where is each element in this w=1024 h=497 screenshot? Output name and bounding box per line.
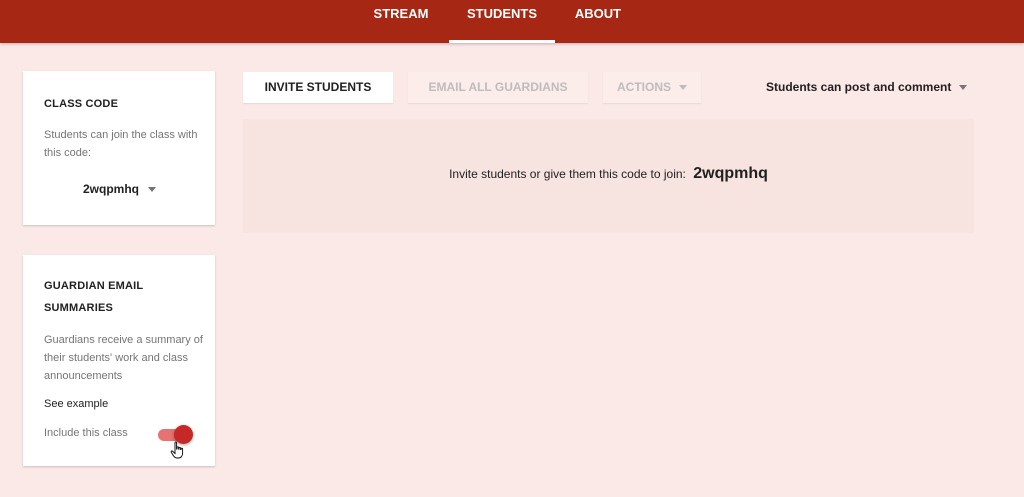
actions-label: ACTIONS <box>617 80 671 94</box>
class-code-card: CLASS CODE Students can join the class w… <box>23 71 215 225</box>
include-class-label: Include this class <box>44 427 128 439</box>
invite-message-line: Invite students or give them this code t… <box>243 165 974 183</box>
tab-about[interactable]: ABOUT <box>566 0 630 43</box>
tab-stream[interactable]: STREAM <box>362 0 440 43</box>
guardian-email-description: Guardians receive a summary of their stu… <box>44 334 203 382</box>
active-tab-indicator <box>449 40 555 43</box>
see-example-link[interactable]: See example <box>44 398 108 410</box>
tab-about-label: ABOUT <box>574 6 622 21</box>
invite-empty-state: Invite students or give them this code t… <box>243 119 974 233</box>
tab-students[interactable]: STUDENTS <box>449 0 555 43</box>
class-code-description: Students can join the class with this co… <box>44 129 198 159</box>
invite-message: Invite students or give them this code t… <box>449 167 686 181</box>
class-code-title: CLASS CODE <box>44 98 119 110</box>
invite-class-code: 2wqpmhq <box>693 165 768 182</box>
tab-stream-label: STREAM <box>373 6 429 21</box>
chevron-down-icon <box>679 85 687 90</box>
email-all-guardians-button[interactable]: EMAIL ALL GUARDIANS <box>408 72 588 103</box>
guardian-email-card: GUARDIAN EMAIL SUMMARIES Guardians recei… <box>23 255 215 466</box>
chevron-down-icon <box>959 84 968 90</box>
invite-students-button[interactable]: INVITE STUDENTS <box>243 72 393 103</box>
guardian-email-title: GUARDIAN EMAIL SUMMARIES <box>44 280 144 314</box>
class-code-dropdown[interactable]: 2wqpmhq <box>83 180 156 198</box>
student-permission-label: Students can post and comment <box>766 80 952 94</box>
top-nav-bar: STREAM STUDENTS ABOUT <box>0 0 1024 43</box>
student-permission-dropdown[interactable]: Students can post and comment <box>766 79 968 95</box>
tab-students-label: STUDENTS <box>466 6 538 21</box>
actions-button[interactable]: ACTIONS <box>603 72 701 103</box>
hand-pointer-cursor-icon <box>170 441 184 459</box>
chevron-down-icon <box>148 186 156 192</box>
class-code-value: 2wqpmhq <box>83 182 139 196</box>
